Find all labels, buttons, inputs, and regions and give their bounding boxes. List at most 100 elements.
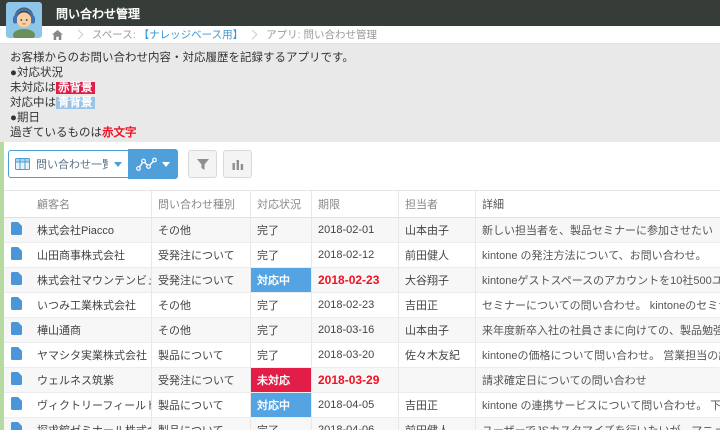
detail-text: kintoneゲストスペースのアカウントを10社500ユーザーで利用しているが、… xyxy=(482,275,720,287)
due-date-cell: 2018-02-23 xyxy=(311,292,399,318)
description-line: 対応中は 青背景 xyxy=(10,96,720,111)
description-line: ●期日 xyxy=(10,112,40,124)
operator-avatar-icon xyxy=(6,2,42,41)
detail-cell: 新しい担当者を、製品セミナーに参加させたい xyxy=(475,217,720,243)
column-header-type: 問い合わせ種別 xyxy=(151,190,251,218)
customer-cell: ウェルネス筑紫 xyxy=(37,375,114,387)
red-background-badge: 赤背景 xyxy=(56,82,95,94)
record-open-icon[interactable] xyxy=(4,343,31,368)
blue-document-icon xyxy=(11,397,22,410)
icon-column-header xyxy=(4,190,31,218)
blue-background-badge: 青背景 xyxy=(56,97,95,109)
customer-cell: いつみ工業株式会社 xyxy=(37,300,136,312)
assignee-cell: 山本由子 xyxy=(398,217,476,243)
due-date-cell: 2018-02-12 xyxy=(311,242,399,268)
inquiry-table: 顧客名 問い合わせ種別 対応状況 期限 担当者 詳細 株式会社Piacco その他… xyxy=(4,190,720,430)
type-cell: 製品について xyxy=(151,342,251,368)
description-text: 対応中は xyxy=(10,97,56,109)
detail-text: kintone の連携サービスについて問い合わせ。 下記サイトをご案内 xyxy=(482,400,720,412)
customer-cell: 探求館ゼミナール株式会社 xyxy=(31,418,152,430)
table-row[interactable]: 探求館ゼミナール株式会社製品について完了2018-04-06前田健人ユーザーでJ… xyxy=(4,417,720,430)
table-row[interactable]: 山田商事株式会社 受発注について 完了 2018-02-12 前田健人 kintone の… xyxy=(4,242,720,268)
avatar xyxy=(6,2,42,41)
due-date-cell: 2018-03-29 xyxy=(311,367,399,393)
type-cell: 受発注について xyxy=(151,242,251,268)
topbar: 問い合わせ管理 xyxy=(0,0,720,26)
app-title: 問い合わせ管理 xyxy=(56,6,141,21)
assignee-cell: 佐々木友紀 xyxy=(398,342,476,368)
table-row[interactable]: 樺山通商 その他 完了 2018-03-16 山本由子 来年度新卒入社の社員さまに向けての… xyxy=(4,317,720,343)
due-date-cell: 2018-04-05 xyxy=(311,392,399,418)
app-description: お客様からのお問い合わせ内容・対応履歴を記録するアプリです。 ●対応状況 未対応… xyxy=(0,44,720,142)
assignee-cell: 山本由子 xyxy=(398,317,476,343)
type-cell: 受発注について xyxy=(151,267,251,293)
description-text: 過ぎているものは xyxy=(10,127,102,139)
table-row[interactable]: ヴィクトリーフィールド株式会社製品について対応中2018-04-05吉田正kin… xyxy=(4,392,720,418)
record-open-icon[interactable] xyxy=(4,318,31,343)
blue-document-icon xyxy=(11,297,22,310)
table-row[interactable]: 株式会社Piacco その他 完了 2018-02-01 山本由子 新しい担当者を、製品セ… xyxy=(4,217,720,243)
detail-cell: 来年度新卒入社の社員さまに向けての、製品勉強会開催のご相談 xyxy=(475,317,720,343)
assignee-cell: 前田健人 xyxy=(398,242,476,268)
detail-text: 来年度新卒入社の社員さまに向けての、製品勉強会開催のご相談 xyxy=(482,325,720,337)
record-open-icon[interactable] xyxy=(4,368,31,393)
detail-cell: 請求確定日についての問い合わせ xyxy=(475,367,720,393)
due-date-cell: 2018-04-06 xyxy=(311,417,399,430)
space-accent-stripe xyxy=(0,142,4,430)
table-row[interactable]: ヤマシタ実業株式会社 製品について 完了 2018-03-20 佐々木友紀 kintone… xyxy=(4,342,720,368)
table-row[interactable]: いつみ工業株式会社 その他 完了 2018-02-23 吉田正 セミナーについての問い合わ… xyxy=(4,292,720,318)
record-open-icon[interactable] xyxy=(4,243,31,268)
description-line: 未対応は 赤背景 xyxy=(10,81,720,96)
detail-text: セミナーについての問い合わせ。 kintoneのセミナーは関西地区ではやっていな… xyxy=(482,300,720,312)
detail-cell: kintoneの価格について問い合わせ。 営業担当の訪問を希望したため、営業にエ… xyxy=(475,342,720,368)
chart-button[interactable] xyxy=(223,150,252,178)
blue-document-icon xyxy=(11,422,22,430)
description-text: 未対応は xyxy=(10,82,56,94)
chevron-down-icon xyxy=(162,161,170,167)
assignee-cell xyxy=(398,367,476,393)
status-cell: 完了 xyxy=(250,217,312,243)
customer-cell: 株式会社マウンテンビュー xyxy=(37,275,152,287)
blue-document-icon xyxy=(11,222,22,235)
type-cell: その他 xyxy=(151,292,251,318)
status-cell: 完了 xyxy=(250,417,312,430)
detail-cell: kintone の発注方法について、お問い合わせ。 xyxy=(475,242,720,268)
status-cell: 対応中 xyxy=(250,392,312,418)
red-text-sample: 赤文字 xyxy=(102,127,137,139)
table-row[interactable]: 株式会社マウンテンビュー受発注について対応中2018-02-23大谷翔子 kint… xyxy=(4,267,720,293)
inquiry-table-body: 株式会社Piacco その他 完了 2018-02-01 山本由子 新しい担当者を、製品セ… xyxy=(4,217,720,430)
assignee-cell: 前田健人 xyxy=(398,417,476,430)
space-link[interactable]: 【ナレッジベース用】 xyxy=(139,27,243,42)
blue-document-icon xyxy=(11,372,22,385)
breadcrumb: スペース: 【ナレッジベース用】 アプリ: 問い合わせ管理 xyxy=(0,26,720,44)
record-open-icon[interactable] xyxy=(4,218,31,243)
blue-document-icon xyxy=(11,247,22,260)
home-icon[interactable] xyxy=(52,29,63,40)
chevron-down-icon xyxy=(114,161,122,167)
description-line: 過ぎているものは赤文字 xyxy=(10,126,720,141)
detail-text: 新しい担当者を、製品セミナーに参加させたい xyxy=(482,225,713,237)
due-date-cell: 2018-03-20 xyxy=(311,342,399,368)
view-selector[interactable]: 問い合わせ一覧 xyxy=(8,150,128,178)
blue-document-icon xyxy=(11,272,22,285)
customer-cell: 株式会社Piacco xyxy=(37,225,115,237)
detail-cell: kintoneゲストスペースのアカウントを10社500ユーザーで利用しているが、… xyxy=(475,267,720,293)
record-open-icon[interactable] xyxy=(4,418,31,430)
assignee-cell: 大谷翔子 xyxy=(398,267,476,293)
filter-button[interactable] xyxy=(188,150,217,178)
assignee-cell: 吉田正 xyxy=(398,292,476,318)
detail-cell: セミナーについての問い合わせ。 kintoneのセミナーは関西地区ではやっていな… xyxy=(475,292,720,318)
view-toolbar: 問い合わせ一覧 xyxy=(0,142,720,190)
due-date-cell: 2018-02-01 xyxy=(311,217,399,243)
record-open-icon[interactable] xyxy=(4,268,31,293)
table-row[interactable]: ウェルネス筑紫 受発注について 未対応 2018-03-29 請求確定日についての問い合… xyxy=(4,367,720,393)
type-cell: 製品について xyxy=(151,392,251,418)
type-cell: その他 xyxy=(151,217,251,243)
funnel-icon xyxy=(196,158,209,170)
customer-cell: ヤマシタ実業株式会社 xyxy=(37,350,147,362)
record-open-icon[interactable] xyxy=(4,393,31,418)
column-header-customer: 顧客名 xyxy=(31,190,152,218)
graph-button[interactable] xyxy=(128,149,178,179)
record-open-icon[interactable] xyxy=(4,293,31,318)
line-graph-icon xyxy=(136,157,157,171)
